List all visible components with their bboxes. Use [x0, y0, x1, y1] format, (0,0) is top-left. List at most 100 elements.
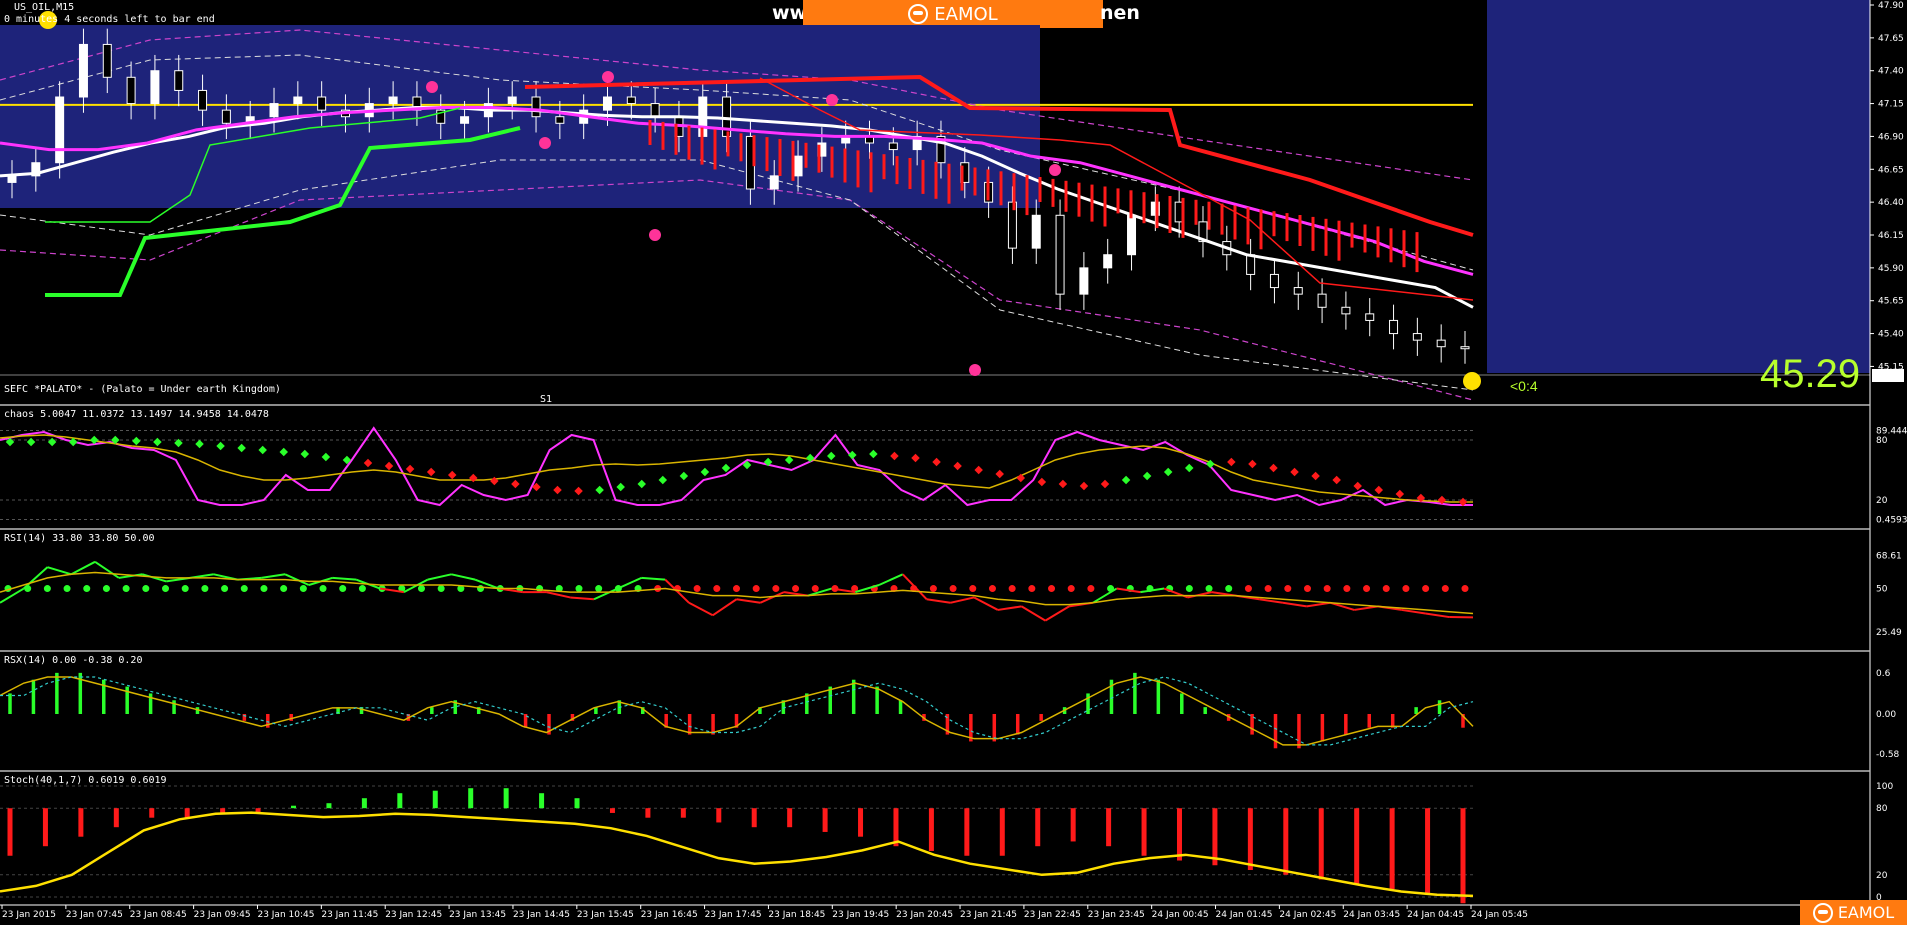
chaos-dot — [953, 461, 962, 471]
rsi-line-segment — [451, 573, 476, 581]
fractal-marker — [649, 229, 661, 241]
price-tick-label: 47.40 — [1878, 67, 1904, 77]
rsi-level-dot — [693, 585, 701, 593]
rsi-level-dot — [142, 585, 150, 593]
price-tick-label: 46.40 — [1878, 198, 1904, 208]
rsi-level-dot — [417, 585, 425, 593]
rsx-dotted-line — [0, 676, 1474, 746]
rsi-tick-label: 25.49 — [1876, 628, 1902, 638]
candle-body — [198, 89, 208, 111]
future-blue-zone — [1487, 0, 1870, 373]
candle-body — [388, 96, 398, 105]
chaos-dot — [995, 469, 1004, 479]
candle-body — [1365, 313, 1375, 321]
rsi-level-dot — [1225, 585, 1233, 593]
chaos-dot — [26, 437, 36, 447]
rsx-signal-line — [0, 676, 1474, 746]
rsi-level-dot — [240, 585, 248, 593]
candle-body — [888, 142, 898, 151]
time-tick-label: 23 Jan 19:45 — [832, 910, 889, 920]
rsi-level-dot — [1087, 585, 1095, 593]
rsi-signal-line — [0, 571, 1474, 615]
rsi-level-dot — [811, 585, 819, 593]
time-tick-label: 23 Jan 2015 — [2, 910, 56, 920]
candle-body — [174, 70, 184, 91]
rsi-tick-label: 50 — [1876, 585, 1888, 595]
candle-body — [1079, 267, 1089, 295]
chaos-dot — [1374, 485, 1384, 495]
rsi-level-dot — [1402, 585, 1410, 593]
rsi-level-dot — [1303, 585, 1311, 593]
fractal-marker — [602, 71, 614, 83]
chaos-dot — [1353, 481, 1362, 491]
rsi-line-segment — [878, 573, 904, 586]
rsi-level-dot — [181, 585, 189, 593]
chaos-dot — [258, 445, 267, 455]
rsi-level-dot — [1264, 585, 1272, 593]
candle-body — [221, 109, 231, 124]
rsi-level-dot — [1323, 585, 1331, 593]
chaos-dot — [153, 437, 162, 447]
candle-body — [1389, 319, 1399, 335]
chaos-dot — [511, 479, 520, 489]
trading-chart[interactable]: 47.90 47.65 47.40 47.15 46.90 46.65 46.40 46.15… — [0, 0, 1907, 925]
candle-body — [769, 175, 779, 190]
candle-body — [55, 96, 65, 164]
price-tick-label: 47.65 — [1878, 34, 1904, 44]
rsi-line-segment — [1354, 605, 1379, 611]
chaos-dot — [700, 467, 710, 477]
rsi-level-dot — [102, 585, 110, 593]
chaos-dot — [1100, 479, 1110, 489]
chaos-dot — [1185, 463, 1194, 473]
chaos-dot — [1163, 467, 1173, 477]
rsi-level-dot — [1008, 585, 1016, 593]
price-tick-label: 47.15 — [1878, 100, 1904, 110]
rsi-level-dot — [1048, 585, 1056, 593]
chaos-dot — [784, 455, 794, 465]
pivot-s1-label: S1 — [540, 394, 552, 405]
candle-body — [531, 96, 541, 118]
rsi-level-dot — [988, 585, 996, 593]
rsi-line-segment — [902, 573, 928, 600]
price-tick-label: 46.65 — [1878, 165, 1904, 175]
fractal-marker — [539, 137, 551, 149]
rsi-line-segment — [1401, 608, 1426, 615]
time-tick-label: 23 Jan 17:45 — [705, 910, 762, 920]
rsi-line-segment — [23, 566, 49, 590]
chaos-dot — [384, 461, 394, 471]
rsi-line-segment — [1306, 601, 1331, 608]
candle-body — [1269, 273, 1279, 289]
chaos-dot — [279, 447, 288, 457]
countdown-readout: <0:4 — [1510, 378, 1538, 394]
candle-body — [1436, 339, 1446, 348]
rsi-level-dot — [1067, 585, 1075, 593]
rsi-level-dot — [536, 585, 544, 593]
chaos-dot — [1037, 477, 1047, 487]
candle-body — [317, 96, 327, 111]
time-tick-label: 23 Jan 14:45 — [513, 910, 570, 920]
rsi-tick-label: 68.61 — [1876, 551, 1902, 561]
time-tick-label: 23 Jan 16:45 — [641, 910, 698, 920]
candle-body — [602, 96, 612, 111]
rsi-line-segment — [1282, 601, 1307, 608]
candle-body — [793, 155, 803, 177]
rsi-level-dot — [752, 585, 760, 593]
candle-body — [7, 175, 17, 183]
rsx-tick-label: 0.00 — [1876, 710, 1896, 720]
chaos-dot — [553, 485, 562, 495]
candle-body — [460, 116, 470, 124]
rsi-level-dot — [1284, 585, 1292, 593]
chaos-dot — [1395, 489, 1405, 499]
rsi-level-dot — [949, 585, 957, 593]
chaos-dot — [911, 453, 920, 463]
chaos-tick-label: 0.4593 — [1876, 516, 1907, 526]
candle-body — [507, 96, 517, 105]
stoch-tick-label: 80 — [1876, 804, 1888, 814]
chaos-dot — [637, 479, 646, 489]
stoch-label: Stoch(40,1,7) 0.6019 0.6019 — [4, 775, 167, 786]
rsi-line-segment — [1259, 598, 1284, 604]
rsi-line-segment — [94, 560, 120, 579]
rsi-level-dot — [1363, 585, 1371, 593]
chaos-dot — [1142, 471, 1152, 481]
chaos-dot — [721, 463, 731, 473]
